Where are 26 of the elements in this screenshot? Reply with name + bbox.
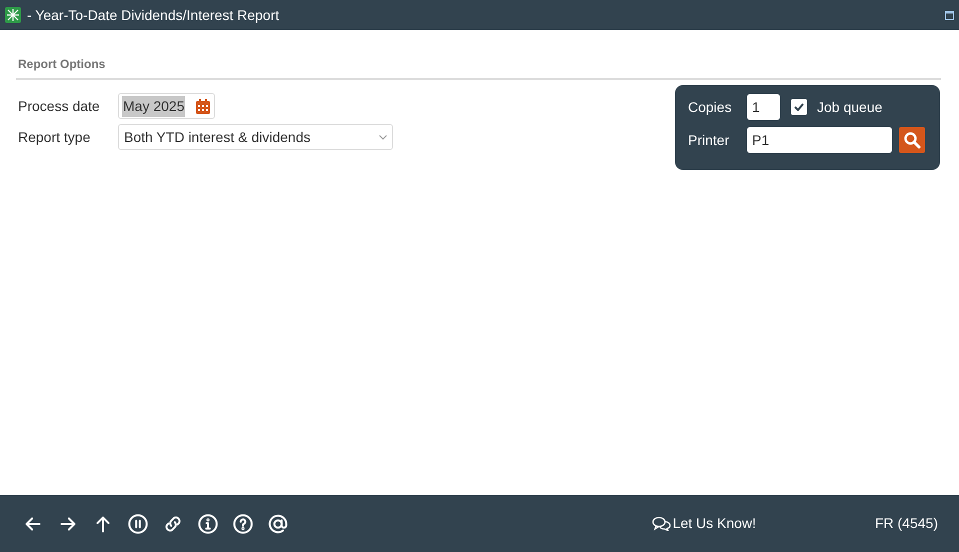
chat-bubbles-icon bbox=[652, 516, 671, 531]
chevron-down-icon bbox=[379, 134, 387, 140]
field-label: Report type bbox=[18, 128, 92, 147]
job-queue-label: Job queue bbox=[817, 98, 882, 117]
report-type-dropdown[interactable]: Both YTD interest & dividends bbox=[118, 124, 393, 150]
copies-label: Copies bbox=[688, 98, 733, 117]
printer-field[interactable]: P1 bbox=[747, 127, 892, 153]
field-label: Process date bbox=[18, 96, 101, 116]
section-title: Report Options bbox=[17, 57, 106, 71]
window-title: - Year-To-Date Dividends/Interest Report bbox=[27, 6, 280, 25]
printer-label: Printer bbox=[688, 130, 730, 150]
info-icon[interactable] bbox=[197, 512, 219, 534]
help-icon[interactable] bbox=[232, 512, 254, 534]
user-code: FR (4545) bbox=[874, 514, 938, 533]
copies-field[interactable]: 1 bbox=[747, 94, 780, 120]
search-icon bbox=[903, 131, 921, 149]
feedback-link[interactable]: Let Us Know! bbox=[652, 513, 756, 534]
job-queue-checkbox[interactable] bbox=[791, 99, 807, 115]
app-icon bbox=[5, 7, 21, 23]
maximize-icon[interactable] bbox=[945, 10, 954, 20]
date-field[interactable]: May 2025 bbox=[118, 93, 215, 119]
search-button[interactable] bbox=[899, 127, 925, 153]
calendar-icon[interactable] bbox=[196, 98, 210, 114]
at-sign-icon[interactable] bbox=[267, 512, 289, 534]
pause-icon[interactable] bbox=[127, 512, 149, 534]
check-icon bbox=[794, 103, 804, 111]
